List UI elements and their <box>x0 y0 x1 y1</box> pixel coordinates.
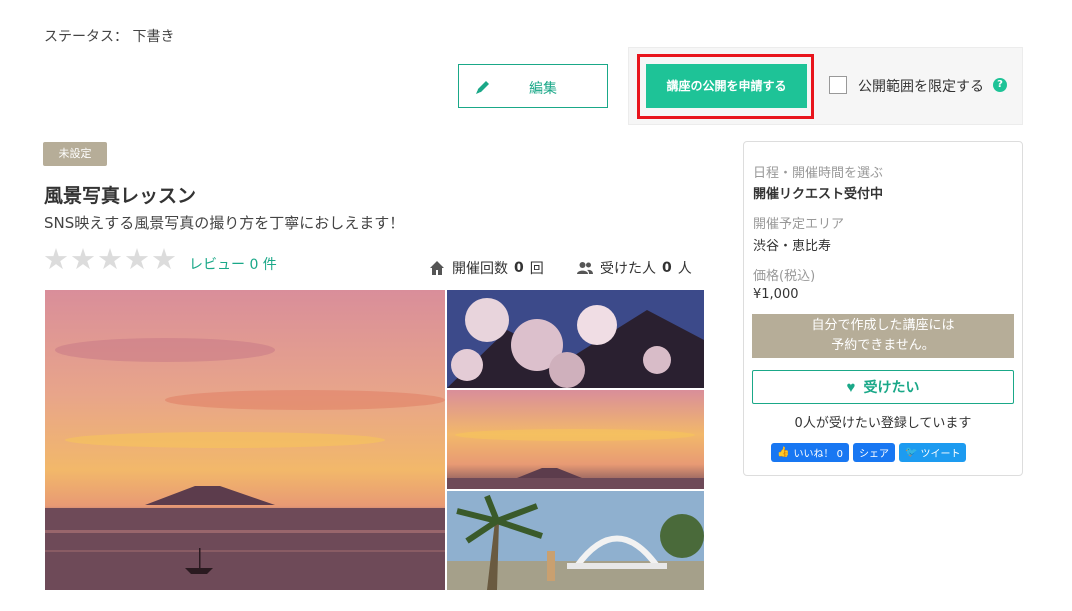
area-label: 開催予定エリア <box>753 217 845 232</box>
star-icon: ★ <box>43 242 69 276</box>
house-icon <box>430 261 444 275</box>
photo-cherry-blossom[interactable] <box>447 290 704 388</box>
star-icon: ★ <box>124 242 150 276</box>
status-text: ステータス： 下書き <box>44 29 175 45</box>
price-label: 価格(税込) <box>753 269 816 284</box>
review-link[interactable]: レビュー 0 件 <box>189 254 277 274</box>
star-icon: ★ <box>70 242 96 276</box>
attended-count-label: 受けた人 <box>600 261 656 277</box>
limit-scope-label[interactable]: 公開範囲を限定する <box>858 76 984 96</box>
limit-scope-checkbox[interactable] <box>829 76 847 94</box>
twitter-icon: 🐦 <box>905 447 918 458</box>
status-badge: 未設定 <box>43 142 107 166</box>
attended-count-unit: 人 <box>677 261 692 277</box>
held-count-value: 0 <box>514 260 524 276</box>
attended-count: 受けた人 0 人 <box>576 258 692 278</box>
edit-button[interactable]: 編集 <box>458 64 608 108</box>
help-icon[interactable]: ? <box>993 78 1007 92</box>
star-icon: ★ <box>97 242 123 276</box>
users-icon <box>577 262 593 274</box>
held-count-label: 開催回数 <box>452 261 508 277</box>
want-to-take-button[interactable]: ♥ 受けたい <box>752 370 1014 404</box>
attended-count-value: 0 <box>662 260 672 276</box>
held-count-unit: 回 <box>529 261 544 277</box>
want-to-take-label: 受けたい <box>863 379 920 395</box>
share-label: シェア <box>859 449 889 460</box>
notice-line-1: 自分で作成した講座には <box>811 318 955 333</box>
area-value: 渋谷・恵比寿 <box>753 239 832 254</box>
own-course-notice: 自分で作成した講座には 予約できません。 <box>752 314 1014 358</box>
held-count: 開催回数 0 回 <box>428 258 544 278</box>
facebook-share-button[interactable]: シェア <box>853 443 895 462</box>
photo-palm-bridge[interactable] <box>447 491 704 590</box>
schedule-value: 開催リクエスト受付中 <box>753 187 884 202</box>
price-value: ¥1,000 <box>753 287 799 302</box>
course-title: 風景写真レッスン <box>44 185 197 207</box>
publish-request-button[interactable]: 講座の公開を申請する <box>646 64 807 108</box>
photo-sunset-fuji[interactable] <box>447 390 704 489</box>
tweet-label: ツイート <box>920 449 961 460</box>
star-icon: ★ <box>151 242 177 276</box>
schedule-label[interactable]: 日程・開催時間を選ぶ <box>753 162 883 181</box>
rating-stars: ★ ★ ★ ★ ★ <box>43 242 178 276</box>
like-label: いいね！ 0 <box>793 449 843 460</box>
social-buttons: 👍 いいね！ 0 シェア 🐦 ツイート <box>771 443 967 462</box>
tweet-button[interactable]: 🐦 ツイート <box>899 443 967 462</box>
main-photo-sunset[interactable] <box>45 290 445 590</box>
edit-button-label: 編集 <box>529 80 557 96</box>
want-count-text: 0人が受けたい登録しています <box>794 416 972 431</box>
facebook-like-button[interactable]: 👍 いいね！ 0 <box>771 443 849 462</box>
notice-line-2: 予約できません。 <box>831 338 935 353</box>
heart-icon: ♥ <box>846 378 856 396</box>
thumbs-up-icon: 👍 <box>777 447 790 458</box>
booking-sidebar: 日程・開催時間を選ぶ 開催リクエスト受付中 開催予定エリア 渋谷・恵比寿 価格(… <box>743 141 1023 476</box>
course-subtitle: SNS映えする風景写真の撮り方を丁寧におしえます！ <box>44 214 405 232</box>
